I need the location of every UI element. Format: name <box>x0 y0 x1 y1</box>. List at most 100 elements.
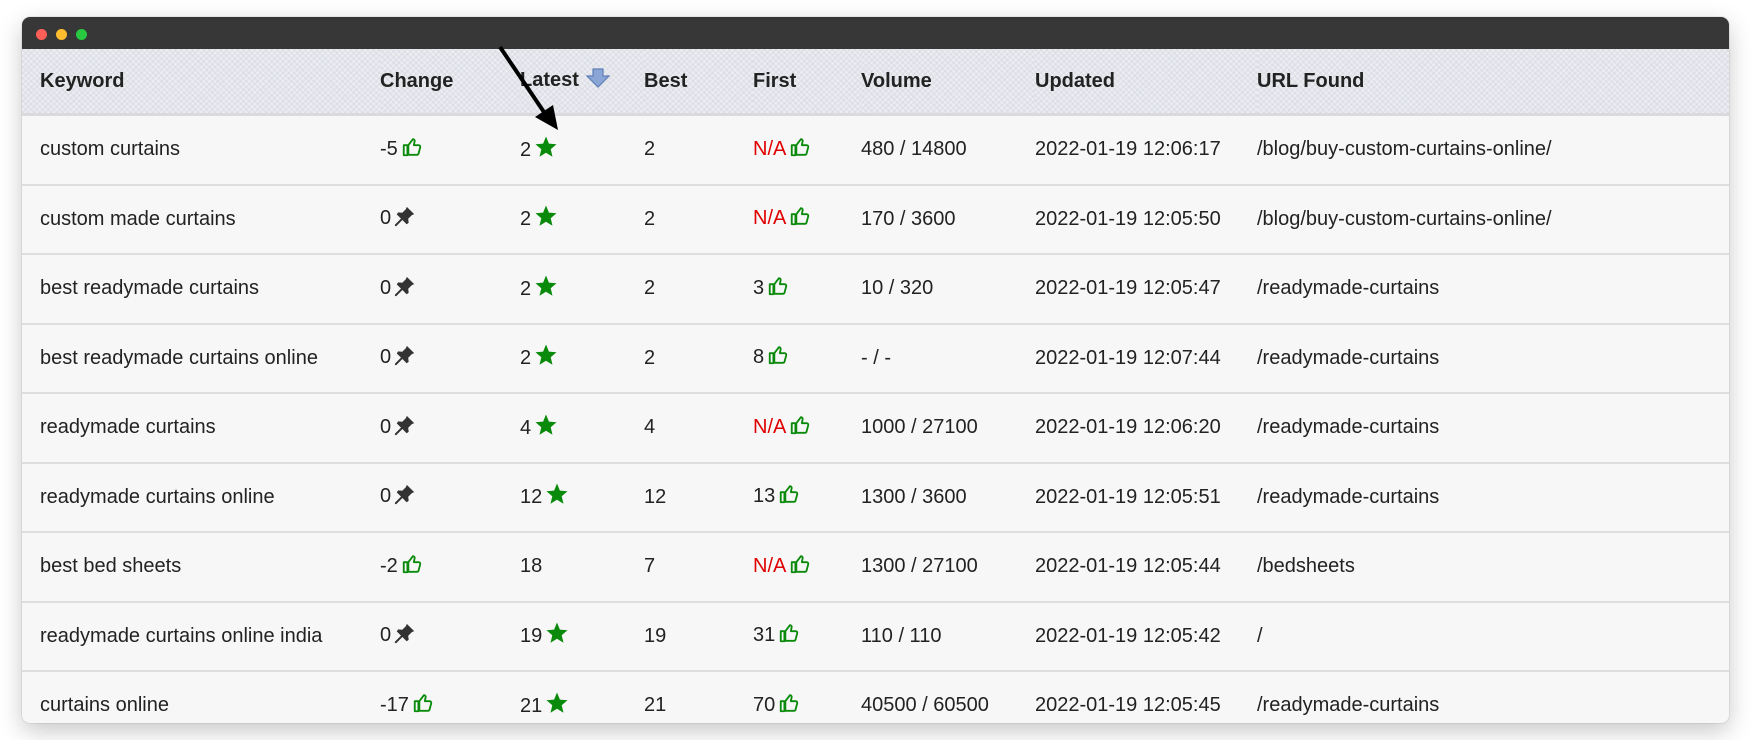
url-cell[interactable]: /readymade-curtains <box>1257 393 1729 464</box>
change-cell: 0 <box>380 601 520 672</box>
table-row[interactable]: best readymade curtains online 0 2 2 8 - / - 2… <box>22 323 1729 394</box>
table-row[interactable]: custom curtains -5 2 2 N/A 480 / 14800 2022-01… <box>22 114 1729 186</box>
volume-value: 10 / 320 <box>861 277 934 300</box>
star-icon <box>534 204 558 234</box>
url-link[interactable]: / <box>1257 625 1263 647</box>
url-cell[interactable]: /readymade-curtains <box>1257 671 1729 723</box>
table-row[interactable]: best readymade curtains 0 2 2 3 10 / 320 2022-… <box>22 254 1729 325</box>
app-window: Keyword Change Latest Best First Volume … <box>22 17 1729 723</box>
url-cell[interactable]: /blog/buy-custom-curtains-online/ <box>1257 184 1729 255</box>
table-row[interactable]: readymade curtains 0 4 4 N/A 1000 / 27100 2022… <box>22 393 1729 464</box>
volume-cell: 1000 / 27100 <box>861 393 1035 464</box>
header-change-label: Change <box>380 69 454 92</box>
keyword-cell: custom made curtains <box>22 184 380 255</box>
updated-cell: 2022-01-19 12:05:51 <box>1035 462 1257 533</box>
updated-cell: 2022-01-19 12:05:44 <box>1035 532 1257 603</box>
latest-value: 12 <box>520 486 543 509</box>
best-cell: 7 <box>644 532 753 603</box>
best-value: 12 <box>644 485 667 508</box>
url-link[interactable]: /readymade-curtains <box>1257 277 1439 299</box>
header-keyword-label: Keyword <box>40 69 125 92</box>
url-link[interactable]: /readymade-curtains <box>1257 416 1439 438</box>
header-first[interactable]: First <box>753 49 861 116</box>
url-link[interactable]: /blog/buy-custom-curtains-online/ <box>1257 138 1552 160</box>
pin-icon <box>394 275 416 303</box>
latest-value: 18 <box>520 555 543 578</box>
volume-value: 110 / 110 <box>861 624 942 647</box>
keyword-text: custom made curtains <box>40 207 236 230</box>
volume-cell: 10 / 320 <box>861 254 1035 325</box>
url-cell[interactable]: /readymade-curtains <box>1257 462 1729 533</box>
latest-cell: 12 <box>520 462 644 533</box>
sort-down-icon[interactable] <box>585 68 611 94</box>
table-row[interactable]: readymade curtains online india 0 19 19 31 11… <box>22 601 1729 672</box>
url-cell[interactable]: / <box>1257 601 1729 672</box>
maximize-window-button[interactable] <box>76 29 87 40</box>
change-value: 0 <box>380 346 392 369</box>
close-window-button[interactable] <box>36 29 47 40</box>
change-cell: 0 <box>380 323 520 394</box>
first-value: 31 <box>753 624 776 647</box>
volume-value: 170 / 3600 <box>861 207 956 230</box>
keyword-cell: best bed sheets <box>22 532 380 603</box>
latest-value: 2 <box>520 347 532 370</box>
best-cell: 2 <box>644 114 753 186</box>
star-icon <box>545 621 569 651</box>
change-cell: -5 <box>380 114 520 186</box>
header-updated-label: Updated <box>1035 69 1115 92</box>
thumbs-up-icon <box>789 553 811 581</box>
url-cell[interactable]: /readymade-curtains <box>1257 323 1729 394</box>
minimize-window-button[interactable] <box>56 29 67 40</box>
url-cell[interactable]: /readymade-curtains <box>1257 254 1729 325</box>
updated-timestamp: 2022-01-19 12:05:50 <box>1035 207 1221 230</box>
header-updated[interactable]: Updated <box>1035 49 1257 116</box>
best-cell: 2 <box>644 323 753 394</box>
thumbs-up-icon <box>789 205 811 233</box>
star-icon <box>534 343 558 373</box>
url-link[interactable]: /readymade-curtains <box>1257 486 1439 508</box>
first-cell: N/A <box>753 532 861 603</box>
thumbs-up-icon <box>767 344 789 372</box>
best-value: 19 <box>644 624 667 647</box>
header-volume[interactable]: Volume <box>861 49 1035 116</box>
first-cell: 70 <box>753 671 861 723</box>
volume-value: - / - <box>861 346 891 369</box>
latest-cell: 2 <box>520 114 644 186</box>
thumbs-up-icon <box>401 553 423 581</box>
url-cell[interactable]: /bedsheets <box>1257 532 1729 603</box>
thumbs-up-icon <box>401 136 423 164</box>
header-best[interactable]: Best <box>644 49 753 116</box>
header-latest[interactable]: Latest <box>520 49 644 116</box>
volume-value: 1300 / 27100 <box>861 555 978 578</box>
best-value: 21 <box>644 694 667 717</box>
table-row[interactable]: best bed sheets -2 18 7 N/A 1300 / 27100 2022-… <box>22 532 1729 603</box>
url-link[interactable]: /blog/buy-custom-curtains-online/ <box>1257 208 1552 230</box>
keyword-text: readymade curtains <box>40 416 216 439</box>
table-row[interactable]: readymade curtains online 0 12 12 13 1300 / 3… <box>22 462 1729 533</box>
table-row[interactable]: custom made curtains 0 2 2 N/A 170 / 3600 2022… <box>22 184 1729 255</box>
url-cell[interactable]: /blog/buy-custom-curtains-online/ <box>1257 114 1729 186</box>
url-link[interactable]: /readymade-curtains <box>1257 694 1439 716</box>
volume-value: 1300 / 3600 <box>861 485 967 508</box>
thumbs-up-icon <box>778 692 800 720</box>
thumbs-up-icon <box>778 483 800 511</box>
keyword-text: best bed sheets <box>40 555 182 578</box>
pin-icon <box>394 205 416 233</box>
volume-cell: 110 / 110 <box>861 601 1035 672</box>
thumbs-up-icon <box>767 275 789 303</box>
header-url[interactable]: URL Found <box>1257 49 1729 116</box>
change-value: 0 <box>380 485 392 508</box>
first-cell: 8 <box>753 323 861 394</box>
url-link[interactable]: /bedsheets <box>1257 555 1355 577</box>
change-cell: 0 <box>380 393 520 464</box>
first-value: N/A <box>753 554 787 577</box>
star-icon <box>534 413 558 443</box>
change-value: -5 <box>380 137 398 160</box>
updated-timestamp: 2022-01-19 12:05:47 <box>1035 277 1221 300</box>
first-value: N/A <box>753 207 787 230</box>
url-link[interactable]: /readymade-curtains <box>1257 347 1439 369</box>
header-keyword[interactable]: Keyword <box>22 49 380 116</box>
table-row[interactable]: curtains online -17 21 21 70 40500 / 60500 202… <box>22 671 1729 723</box>
header-change[interactable]: Change <box>380 49 520 116</box>
best-value: 2 <box>644 138 656 161</box>
